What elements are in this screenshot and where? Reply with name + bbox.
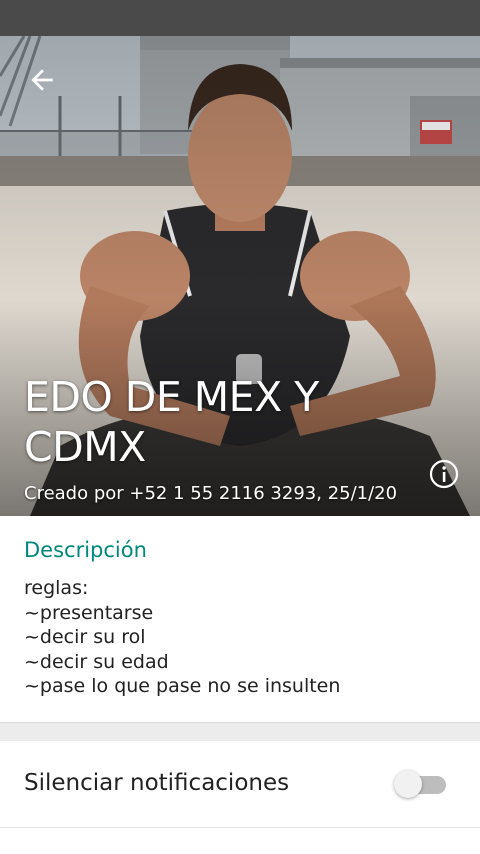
mute-notifications-toggle[interactable] xyxy=(394,770,448,798)
description-line: ~pase lo que pase no se insulten xyxy=(24,675,341,697)
info-icon xyxy=(429,459,459,489)
arrow-back-icon xyxy=(31,69,53,91)
mute-notifications-label: Silenciar notificaciones xyxy=(24,770,290,796)
description-section: Descripción reglas: ~presentarse ~decir … xyxy=(0,516,480,723)
description-heading: Descripción xyxy=(24,538,147,562)
description-text[interactable]: reglas: ~presentarse ~decir su rol ~deci… xyxy=(24,576,454,699)
section-divider xyxy=(0,723,480,741)
info-button[interactable] xyxy=(428,458,460,490)
description-line: reglas: xyxy=(24,577,89,599)
group-title: EDO DE MEX Y CDMX xyxy=(24,373,319,471)
created-by-text: Creado por +52 1 55 2116 3293, 25/1/20 xyxy=(24,483,398,504)
description-line: ~presentarse xyxy=(24,601,154,624)
description-line: ~decir su rol xyxy=(24,626,146,648)
group-header-photo: EDO DE MEX Y CDMX Creado por +52 1 55 21… xyxy=(0,36,480,516)
back-button[interactable] xyxy=(26,64,58,96)
status-bar xyxy=(0,0,480,36)
settings-section: Silenciar notificaciones xyxy=(0,741,480,854)
toggle-thumb xyxy=(394,770,422,798)
mute-notifications-row[interactable]: Silenciar notificaciones xyxy=(0,741,480,828)
description-line: ~decir su edad xyxy=(24,650,169,673)
